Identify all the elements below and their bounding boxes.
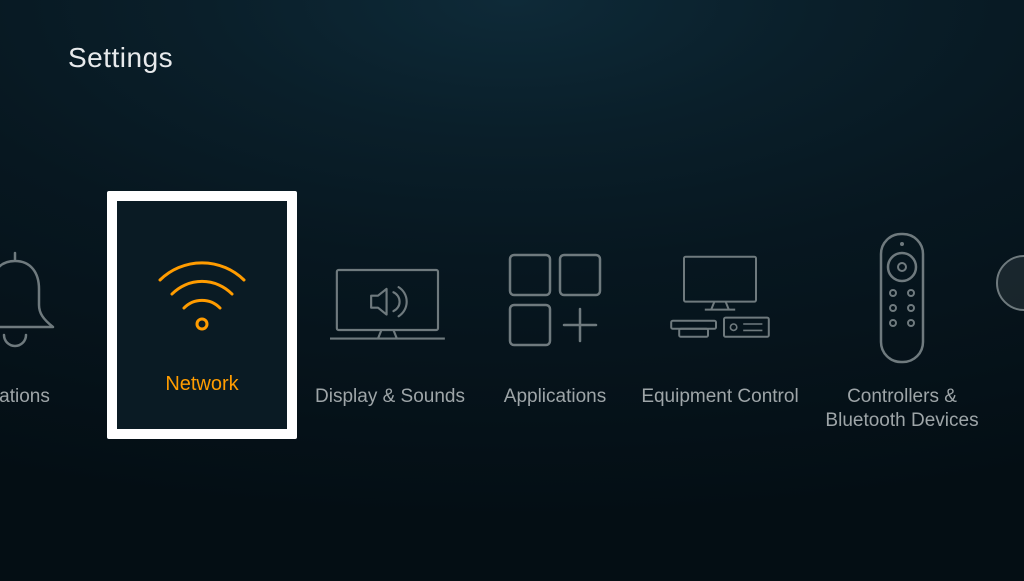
tile-label: Controllers & Bluetooth Devices bbox=[817, 385, 987, 433]
settings-carousel: fications Network bbox=[0, 195, 1024, 495]
tile-applications[interactable]: Applications bbox=[480, 235, 630, 409]
apps-grid-icon bbox=[495, 235, 615, 365]
tile-label: Equipment Control bbox=[641, 385, 798, 409]
tile-display-sounds[interactable]: Display & Sounds bbox=[310, 235, 470, 409]
tile-label: fications bbox=[0, 385, 50, 409]
remote-icon bbox=[842, 235, 962, 365]
tile-label: Network bbox=[165, 373, 238, 396]
tile-network-inner: Network bbox=[117, 201, 287, 429]
tile-notifications[interactable]: fications bbox=[0, 235, 90, 409]
tile-label: Display & Sounds bbox=[315, 385, 465, 409]
tv-sound-icon bbox=[330, 235, 450, 365]
wifi-icon bbox=[142, 235, 262, 345]
page-title: Settings bbox=[68, 42, 173, 74]
tile-label: Applications bbox=[504, 385, 606, 409]
bell-icon bbox=[0, 235, 75, 365]
tile-equipment-control[interactable]: Equipment Control bbox=[640, 235, 800, 409]
tile-controllers-bluetooth[interactable]: Controllers & Bluetooth Devices bbox=[812, 235, 992, 433]
tile-network[interactable]: Network bbox=[107, 191, 297, 439]
equipment-icon bbox=[660, 235, 780, 365]
